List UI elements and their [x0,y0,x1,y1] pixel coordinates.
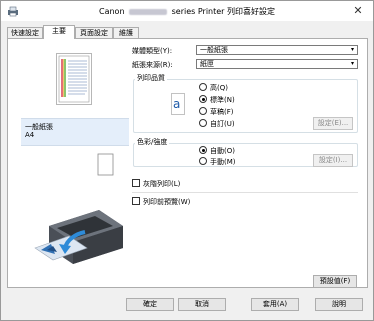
window-title: Canon series Printer 列印喜好設定 [1,6,373,17]
color-auto-radio[interactable] [199,146,207,154]
quality-draft-radio[interactable] [199,107,207,115]
document-icon [97,153,114,176]
preview-before-print-checkbox[interactable] [132,197,140,205]
quality-high-label: 高(Q) [210,84,228,92]
quality-set-button[interactable]: 設定(E)... [313,117,353,130]
grayscale-label: 灰階列印(L) [143,180,181,188]
quality-standard-label: 標準(N) [210,96,235,104]
tab-quick-setup[interactable]: 快速設定 [7,27,43,38]
paper-source-select[interactable]: 紙匣 ▾ [196,59,358,69]
quality-preview-glyph: a [173,97,180,111]
print-quality-title: 列印品質 [135,73,167,83]
tab-page-setup[interactable]: 頁面設定 [75,27,113,38]
color-intensity-title: 色彩/強度 [135,137,170,147]
grayscale-checkbox[interactable] [132,179,140,187]
printer-illustration [34,210,123,264]
cancel-button[interactable]: 取消 [178,298,226,311]
color-auto-label: 自動(O) [210,147,235,155]
redacted-model [129,8,168,15]
quality-custom-radio[interactable] [199,119,207,127]
color-set-button[interactable]: 設定(I)... [313,154,353,167]
paper-size-text: A4 [25,131,35,139]
help-button[interactable]: 說明 [315,298,363,311]
paper-source-label: 紙張來源(R): [132,61,173,69]
ok-button[interactable]: 確定 [126,298,174,311]
quality-high-radio[interactable] [199,83,207,91]
paper-info: 一般紙張 A4 [21,118,129,146]
quality-custom-label: 自訂(U) [210,120,235,128]
printer-preferences-window: Canon series Printer 列印喜好設定 ✕ 快速設定 主要 頁面… [0,0,374,321]
color-manual-label: 手動(M) [210,158,236,166]
tab-main[interactable]: 主要 [43,25,75,39]
color-manual-radio[interactable] [199,157,207,165]
paper-preview [56,53,92,105]
media-type-value: 一般紙張 [200,46,228,54]
close-button[interactable]: ✕ [351,4,365,18]
preview-before-print-label: 列印前預覽(W) [143,198,191,206]
title-text: series Printer 列印喜好設定 [171,7,275,16]
media-type-select[interactable]: 一般紙張 ▾ [196,45,358,55]
tab-maintenance[interactable]: 維護 [113,27,139,38]
quality-standard-radio[interactable] [199,95,207,103]
quality-draft-label: 草稿(F) [210,108,234,116]
paper-source-value: 紙匣 [200,60,214,68]
divider [132,192,358,193]
quality-preview-icon: a [171,93,185,115]
defaults-button[interactable]: 預設值(F) [313,275,357,288]
apply-button[interactable]: 套用(A) [251,298,299,311]
chevron-down-icon: ▾ [350,46,354,53]
title-bar: Canon series Printer 列印喜好設定 ✕ [1,1,373,21]
media-type-label: 媒體類型(Y): [132,47,173,55]
chevron-down-icon: ▾ [350,60,354,67]
title-brand: Canon [98,7,125,16]
